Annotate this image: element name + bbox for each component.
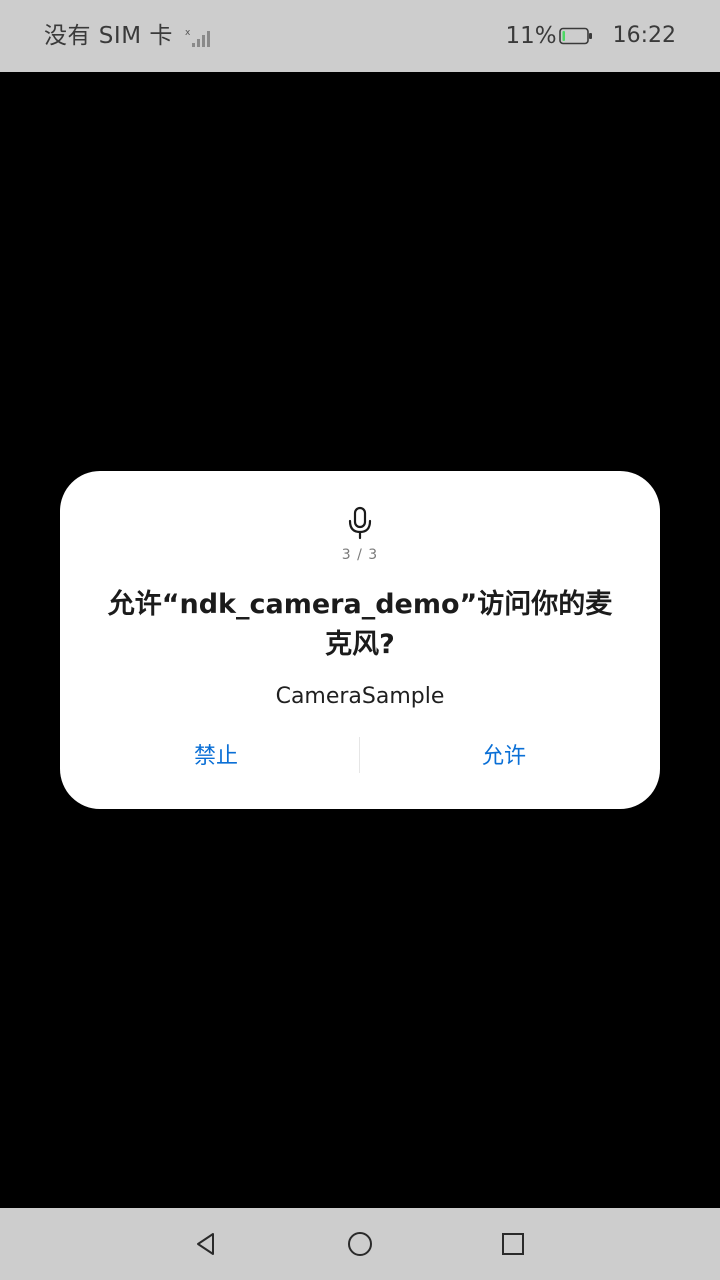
dialog-title: 允许“ndk_camera_demo”访问你的麦克风? — [107, 589, 613, 660]
home-button[interactable] — [342, 1226, 378, 1262]
back-triangle-icon — [197, 1233, 214, 1255]
status-left-group: 没有 SIM 卡 x — [44, 20, 213, 52]
clock: 16:22 — [612, 23, 676, 48]
deny-button[interactable]: 禁止 — [66, 735, 366, 779]
allow-button[interactable]: 允许 — [356, 735, 652, 779]
home-circle-icon — [348, 1232, 372, 1256]
recent-square-icon — [502, 1233, 524, 1255]
back-button[interactable] — [188, 1226, 224, 1262]
recent-apps-button[interactable] — [495, 1226, 531, 1262]
battery-percent: 11% — [505, 23, 557, 49]
carrier-label: 没有 SIM 卡 — [44, 23, 173, 49]
battery-low-icon — [558, 27, 592, 45]
navigation-bar — [0, 1208, 720, 1280]
status-bar: 没有 SIM 卡 x 11% 16:22 — [0, 0, 720, 72]
signal-weak-icon: x — [185, 28, 210, 47]
svg-text:x: x — [185, 28, 191, 38]
app-name: CameraSample — [275, 684, 445, 709]
status-right-group: 11% 16:22 — [505, 20, 676, 52]
permission-dialog: 3 / 3 允许“ndk_camera_demo”访问你的麦克风? Camera… — [60, 471, 660, 809]
microphone-icon — [348, 506, 372, 540]
page-indicator: 3 / 3 — [341, 547, 379, 563]
